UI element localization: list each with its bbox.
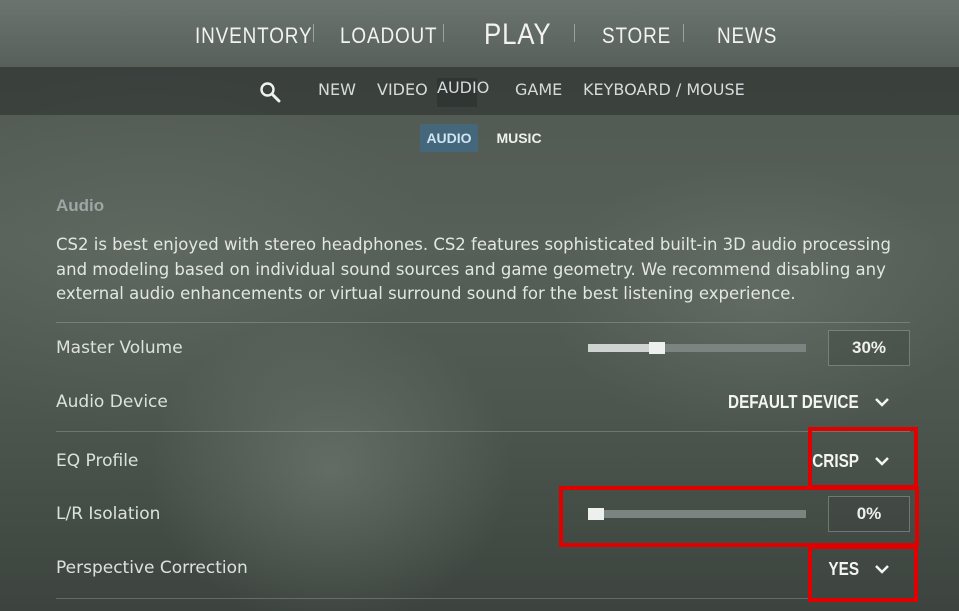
- audio-device-dropdown[interactable]: DEFAULT DEVICE: [700, 386, 890, 416]
- master-volume-value[interactable]: 30%: [828, 330, 910, 366]
- tab-video[interactable]: VIDEO: [377, 80, 428, 108]
- nav-separator: [574, 24, 575, 42]
- nav-store[interactable]: STORE: [602, 20, 671, 52]
- nav-separator: [683, 24, 684, 42]
- divider: [56, 598, 910, 599]
- search-icon[interactable]: [259, 81, 281, 103]
- perspective-correction-label: Perspective Correction: [56, 558, 248, 578]
- subtab-music[interactable]: MUSIC: [490, 124, 548, 152]
- section-title: Audio: [56, 196, 105, 215]
- nav-play[interactable]: PLAY: [484, 16, 552, 54]
- nav-inventory[interactable]: INVENTORY: [195, 20, 312, 52]
- top-nav: INVENTORY LOADOUT PLAY STORE NEWS: [0, 0, 959, 67]
- eq-profile-highlight-box: [808, 427, 918, 489]
- chevron-down-icon: [875, 397, 889, 407]
- master-volume-label: Master Volume: [56, 338, 183, 358]
- tab-audio[interactable]: AUDIO: [437, 78, 489, 107]
- lr-isolation-label: L/R Isolation: [56, 504, 161, 524]
- nav-loadout[interactable]: LOADOUT: [340, 20, 437, 52]
- master-volume-slider[interactable]: [588, 342, 806, 354]
- perspective-correction-highlight-box: [808, 545, 918, 602]
- nav-separator: [443, 24, 444, 42]
- audio-device-label: Audio Device: [56, 392, 168, 412]
- nav-separator: [313, 24, 314, 42]
- eq-profile-label: EQ Profile: [56, 451, 139, 471]
- tab-game[interactable]: GAME: [515, 80, 562, 108]
- audio-device-value: DEFAULT DEVICE: [728, 391, 859, 412]
- tab-new[interactable]: NEW: [318, 80, 356, 108]
- tab-keyboard-mouse[interactable]: KEYBOARD / MOUSE: [583, 80, 745, 108]
- divider: [56, 431, 910, 432]
- master-volume-thumb[interactable]: [649, 342, 665, 354]
- nav-news[interactable]: NEWS: [717, 20, 777, 52]
- master-volume-fill: [588, 344, 657, 352]
- lr-isolation-highlight-box: [559, 486, 919, 547]
- section-description: CS2 is best enjoyed with stereo headphon…: [56, 235, 891, 303]
- divider: [56, 322, 910, 323]
- subtab-audio[interactable]: AUDIO: [420, 124, 478, 152]
